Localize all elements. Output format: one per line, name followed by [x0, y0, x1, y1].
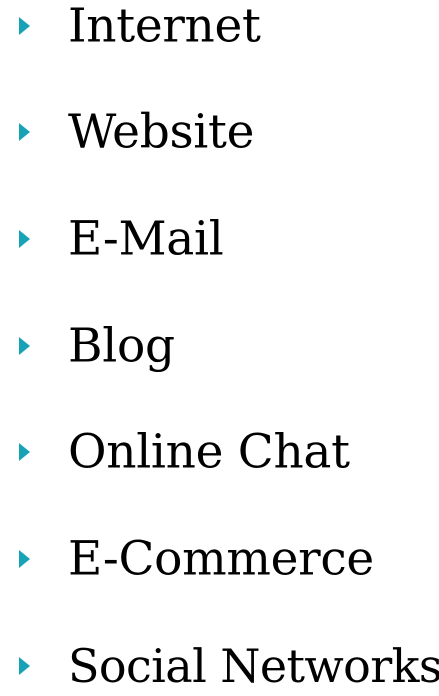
- triangle-right-icon: [19, 230, 30, 248]
- list-item-label: Online Chat: [68, 424, 350, 480]
- list-item-label: Social Networks: [68, 639, 439, 693]
- list-item-e-commerce: E-Commerce: [0, 529, 439, 589]
- list-item-label: Website: [68, 104, 255, 160]
- triangle-right-icon: [19, 443, 30, 461]
- triangle-right-icon: [19, 550, 30, 568]
- list-item-social-networks: Social Networks: [0, 636, 439, 696]
- triangle-right-icon: [19, 337, 30, 355]
- list-item-email: E-Mail: [0, 209, 439, 269]
- list-item-label: E-Mail: [68, 211, 224, 267]
- list-item-website: Website: [0, 102, 439, 162]
- list-item-blog: Blog: [0, 316, 439, 376]
- list-item-label: Internet: [68, 0, 261, 54]
- list-item-label: E-Commerce: [68, 531, 374, 587]
- list-item-internet: Internet: [0, 0, 439, 56]
- triangle-right-icon: [19, 123, 30, 141]
- bullet-list: Internet Website E-Mail Blog Online Chat…: [0, 0, 439, 689]
- triangle-right-icon: [19, 657, 30, 675]
- list-item-online-chat: Online Chat: [0, 422, 439, 482]
- triangle-right-icon: [19, 17, 30, 35]
- list-item-label: Blog: [68, 318, 175, 374]
